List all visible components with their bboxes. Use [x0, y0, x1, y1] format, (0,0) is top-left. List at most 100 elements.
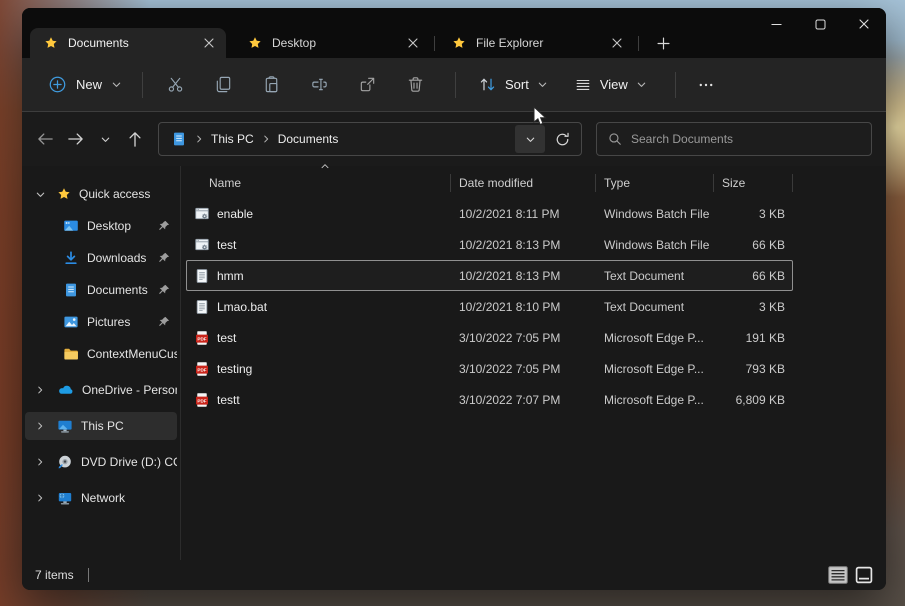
minimize-button[interactable] — [754, 8, 798, 40]
file-row-testt[interactable]: PDFtestt3/10/2022 7:07 PMMicrosoft Edge … — [186, 384, 793, 415]
chevron-down-icon — [636, 79, 647, 90]
file-row-test[interactable]: test10/2/2021 8:13 PMWindows Batch File6… — [186, 229, 793, 260]
view-button-label: View — [600, 77, 628, 92]
svg-text:PDF: PDF — [197, 398, 206, 403]
folder-icon — [63, 346, 79, 362]
address-dropdown-button[interactable] — [515, 125, 545, 153]
file-type: Microsoft Edge P... — [596, 393, 714, 407]
chevron-right-icon[interactable] — [35, 421, 57, 431]
tab-close-button[interactable] — [200, 34, 218, 52]
status-divider — [88, 568, 89, 582]
column-header-label: Type — [604, 176, 630, 190]
sidebar-item-desktop[interactable]: Desktop — [25, 212, 177, 240]
tab-close-button[interactable] — [608, 34, 626, 52]
refresh-button[interactable] — [547, 125, 577, 153]
details-view-button[interactable] — [826, 565, 850, 585]
search-input[interactable] — [631, 132, 860, 146]
file-row-test[interactable]: PDFtest3/10/2022 7:05 PMMicrosoft Edge P… — [186, 322, 793, 353]
sidebar-item-network[interactable]: Network — [25, 484, 177, 512]
batch-file-icon — [194, 206, 210, 222]
icons-view-button[interactable] — [852, 565, 876, 585]
file-row-hmm[interactable]: hmm10/2/2021 8:13 PMText Document66 KB — [186, 260, 793, 291]
chevron-down-icon[interactable] — [35, 189, 57, 200]
sort-button[interactable]: Sort — [468, 69, 558, 100]
file-name-cell: Lmao.bat — [186, 299, 451, 315]
new-button-label: New — [76, 77, 102, 92]
sidebar-item-contextmenucust[interactable]: ContextMenuCust — [25, 340, 177, 368]
maximize-button[interactable] — [798, 8, 842, 40]
rename-button[interactable] — [299, 67, 339, 103]
column-header-type[interactable]: Type — [596, 174, 714, 192]
file-explorer-window: Documents Desktop File Explorer New Sort — [22, 8, 886, 590]
sidebar-item-pictures[interactable]: Pictures — [25, 308, 177, 336]
file-list-pane: NameDate modified Type Size enable10/2/202… — [180, 166, 886, 560]
file-size: 191 KB — [714, 331, 793, 345]
file-row-testing[interactable]: PDFtesting3/10/2022 7:05 PMMicrosoft Edg… — [186, 353, 793, 384]
file-row-lmao-bat[interactable]: Lmao.bat10/2/2021 8:10 PMText Document3 … — [186, 291, 793, 322]
file-size: 66 KB — [714, 269, 793, 283]
tab-desktop[interactable]: Desktop — [234, 28, 430, 58]
delete-button[interactable] — [395, 67, 435, 103]
chevron-right-icon[interactable] — [35, 457, 57, 467]
column-header-name[interactable]: Name — [186, 174, 451, 192]
share-button[interactable] — [347, 67, 387, 103]
sidebar-item-dvd-drive-d-cccc[interactable]: DVD Drive (D:) CCCC — [25, 448, 177, 476]
up-button[interactable] — [120, 123, 150, 155]
column-headers: NameDate modified Type Size — [186, 166, 886, 198]
view-icon — [574, 76, 592, 94]
file-name: hmm — [217, 269, 244, 283]
command-bar: New Sort View — [22, 58, 886, 112]
file-name-cell: PDFtesting — [186, 361, 451, 377]
tab-documents[interactable]: Documents — [30, 28, 226, 58]
sidebar-item-this-pc[interactable]: This PC — [25, 412, 177, 440]
chevron-right-icon — [194, 134, 204, 144]
tab-bar[interactable]: Documents Desktop File Explorer — [22, 8, 886, 58]
documents-icon — [63, 282, 79, 298]
chevron-right-icon[interactable] — [35, 493, 57, 503]
file-type: Windows Batch File — [596, 207, 714, 221]
search-icon — [608, 132, 622, 146]
column-header-size[interactable]: Size — [714, 174, 793, 192]
toolbar-divider — [142, 72, 143, 98]
breadcrumb-item-this-pc[interactable]: This PC — [211, 132, 254, 146]
batch-file-icon — [194, 237, 210, 253]
text-file-icon — [194, 268, 210, 284]
copy-button[interactable] — [203, 67, 243, 103]
sidebar-item-documents[interactable]: Documents — [25, 276, 177, 304]
column-header-date-modified[interactable]: Date modified — [451, 174, 596, 192]
new-tab-button[interactable] — [646, 28, 680, 58]
sidebar-item-onedrive-personal[interactable]: OneDrive - Personal — [25, 376, 177, 404]
location-icon — [171, 131, 187, 147]
see-more-button[interactable] — [688, 67, 724, 103]
sidebar-item-downloads[interactable]: Downloads — [25, 244, 177, 272]
search-box[interactable] — [596, 122, 872, 156]
paste-button[interactable] — [251, 67, 291, 103]
address-bar[interactable]: This PC Documents — [158, 122, 582, 156]
forward-button[interactable] — [60, 123, 90, 155]
window-controls — [754, 8, 886, 40]
pdf-file-icon: PDF — [194, 392, 210, 408]
close-button[interactable] — [842, 8, 886, 40]
chevron-right-icon[interactable] — [35, 385, 57, 395]
cut-button[interactable] — [155, 67, 195, 103]
new-button[interactable]: New — [40, 69, 130, 100]
tab-close-button[interactable] — [404, 34, 422, 52]
file-name: Lmao.bat — [217, 300, 267, 314]
breadcrumb-item-documents[interactable]: Documents — [278, 132, 339, 146]
file-name-cell: hmm — [186, 268, 451, 284]
file-name: testt — [217, 393, 240, 407]
recent-locations-button[interactable] — [90, 123, 120, 155]
file-date-modified: 10/2/2021 8:13 PM — [451, 238, 596, 252]
chevron-right-icon — [261, 134, 271, 144]
sort-ascending-icon — [320, 163, 330, 169]
file-name-cell: PDF testt — [186, 392, 451, 408]
file-size: 66 KB — [714, 238, 793, 252]
view-button[interactable]: View — [564, 70, 657, 100]
sidebar-item-quick-access[interactable]: Quick access — [25, 180, 177, 208]
tab-file-explorer[interactable]: File Explorer — [438, 28, 634, 58]
sidebar-item-label: This PC — [81, 419, 177, 433]
new-plus-icon — [48, 75, 67, 94]
file-row-enable[interactable]: enable10/2/2021 8:11 PMWindows Batch Fil… — [186, 198, 793, 229]
back-button[interactable] — [30, 123, 60, 155]
pdf-file-icon: PDF — [194, 330, 210, 346]
